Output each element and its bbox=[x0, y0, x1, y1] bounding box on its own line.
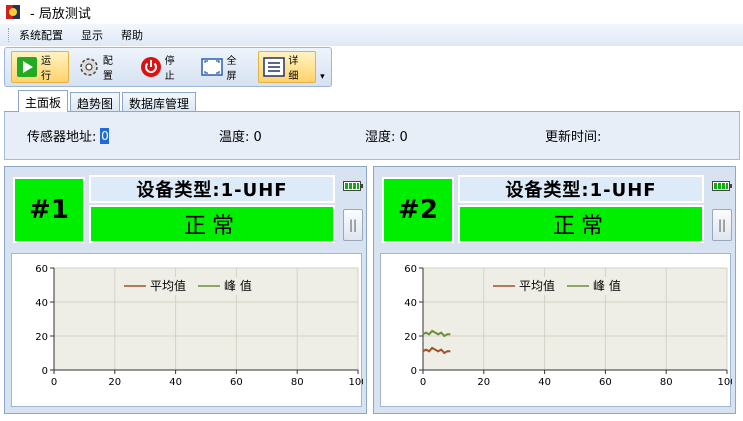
menu-help[interactable]: 帮助 bbox=[119, 26, 145, 44]
temperature-readout: 温度: 0 bbox=[219, 126, 262, 145]
window-title: - 局放测试 bbox=[30, 6, 91, 22]
trend-chart-1: 0 20 40 60 0 20 40 60 80 100 平均值 峰 值 bbox=[11, 253, 363, 407]
tab-strip: 主面板 趋势图 数据库管理 bbox=[4, 88, 740, 112]
sensor-address-value[interactable]: 0 bbox=[100, 127, 110, 144]
y-tick-label: 60 bbox=[404, 264, 417, 275]
tab-main-panel[interactable]: 主面板 bbox=[18, 90, 69, 112]
humidity-readout: 湿度: 0 bbox=[365, 126, 408, 145]
pause-button[interactable]: || bbox=[343, 209, 363, 241]
legend-label: 峰 值 bbox=[593, 278, 621, 293]
toolbar: 运 行 配 置 停 止 全 屏 详 细 ▾ bbox=[4, 47, 332, 87]
menu-system-config[interactable]: 系统配置 bbox=[17, 26, 65, 44]
x-tick-label: 80 bbox=[291, 377, 304, 388]
detail-label: 详 细 bbox=[288, 56, 301, 82]
play-icon bbox=[16, 56, 38, 78]
trend-chart-2: 0 20 40 60 0 20 40 60 80 100 平均值 峰 值 bbox=[380, 253, 732, 407]
legend-label: 峰 值 bbox=[224, 278, 252, 293]
y-tick-label: 0 bbox=[411, 366, 417, 377]
pause-button[interactable]: || bbox=[712, 209, 732, 241]
gear-icon bbox=[78, 56, 100, 78]
x-tick-label: 40 bbox=[538, 377, 551, 388]
title-bar: - 局放测试 bbox=[0, 0, 743, 24]
humidity-value: 0 bbox=[399, 130, 408, 145]
update-time-label: 更新时间: bbox=[545, 130, 602, 145]
info-panel: 传感器地址: 0 温度: 0 湿度: 0 更新时间: bbox=[4, 112, 740, 160]
y-tick-label: 20 bbox=[35, 332, 48, 343]
temperature-label: 温度: bbox=[219, 130, 250, 145]
list-icon bbox=[263, 56, 286, 78]
chart-svg: 0 20 40 60 0 20 40 60 80 100 平均值 峰 值 bbox=[35, 264, 363, 388]
sensor-address-label: 传感器地址: bbox=[27, 130, 97, 145]
device-panel-1: #1 设备类型:1-UHF 正常 || 0 20 40 60 0 20 40 60 80 100 平… bbox=[4, 166, 367, 414]
menu-grip bbox=[8, 28, 11, 42]
x-tick-label: 60 bbox=[230, 377, 243, 388]
x-tick-label: 20 bbox=[477, 377, 490, 388]
y-tick-label: 40 bbox=[35, 298, 48, 309]
update-time-readout: 更新时间: bbox=[545, 126, 601, 145]
battery-icon bbox=[712, 181, 732, 191]
device-status: 正常 bbox=[89, 205, 335, 243]
device-id: #2 bbox=[382, 177, 454, 243]
tab-trend[interactable]: 趋势图 bbox=[70, 92, 121, 111]
device-status: 正常 bbox=[458, 205, 704, 243]
fullscreen-icon bbox=[201, 56, 224, 78]
menu-display[interactable]: 显示 bbox=[79, 26, 105, 44]
x-tick-label: 0 bbox=[51, 377, 57, 388]
x-tick-label: 100 bbox=[717, 377, 732, 388]
detail-button[interactable]: 详 细 bbox=[258, 51, 317, 83]
tab-database[interactable]: 数据库管理 bbox=[122, 92, 197, 111]
humidity-label: 湿度: bbox=[365, 130, 396, 145]
y-tick-label: 40 bbox=[404, 298, 417, 309]
legend-label: 平均值 bbox=[519, 278, 555, 293]
chart-svg: 0 20 40 60 0 20 40 60 80 100 平均值 峰 值 bbox=[404, 264, 732, 388]
stop-label: 停 止 bbox=[164, 56, 177, 82]
x-tick-label: 80 bbox=[660, 377, 673, 388]
x-tick-label: 20 bbox=[108, 377, 121, 388]
device-id: #1 bbox=[13, 177, 85, 243]
x-tick-label: 40 bbox=[169, 377, 182, 388]
config-label: 配 置 bbox=[102, 56, 115, 82]
x-tick-label: 0 bbox=[420, 377, 426, 388]
temperature-value: 0 bbox=[253, 130, 262, 145]
y-tick-label: 20 bbox=[404, 332, 417, 343]
run-label: 运 行 bbox=[41, 56, 53, 82]
device-panel-2: #2 设备类型:1-UHF 正常 || 0 20 40 60 0 20 40 60 80 100 平… bbox=[373, 166, 736, 414]
app-icon bbox=[6, 5, 20, 19]
config-button[interactable]: 配 置 bbox=[73, 51, 131, 83]
toolbar-overflow-icon[interactable]: ▾ bbox=[320, 72, 329, 86]
y-tick-label: 60 bbox=[35, 264, 48, 275]
fullscreen-button[interactable]: 全 屏 bbox=[196, 51, 254, 83]
battery-icon bbox=[343, 181, 363, 191]
y-tick-label: 0 bbox=[42, 366, 48, 377]
legend-label: 平均值 bbox=[150, 278, 186, 293]
fullscreen-label: 全 屏 bbox=[226, 56, 239, 82]
x-tick-label: 100 bbox=[348, 377, 363, 388]
device-type: 设备类型:1-UHF bbox=[458, 175, 704, 203]
device-type: 设备类型:1-UHF bbox=[89, 175, 335, 203]
power-icon bbox=[140, 56, 162, 78]
run-button[interactable]: 运 行 bbox=[11, 51, 69, 83]
menu-bar: 系统配置 显示 帮助 bbox=[0, 24, 743, 46]
x-tick-label: 60 bbox=[599, 377, 612, 388]
stop-button[interactable]: 停 止 bbox=[135, 51, 193, 83]
